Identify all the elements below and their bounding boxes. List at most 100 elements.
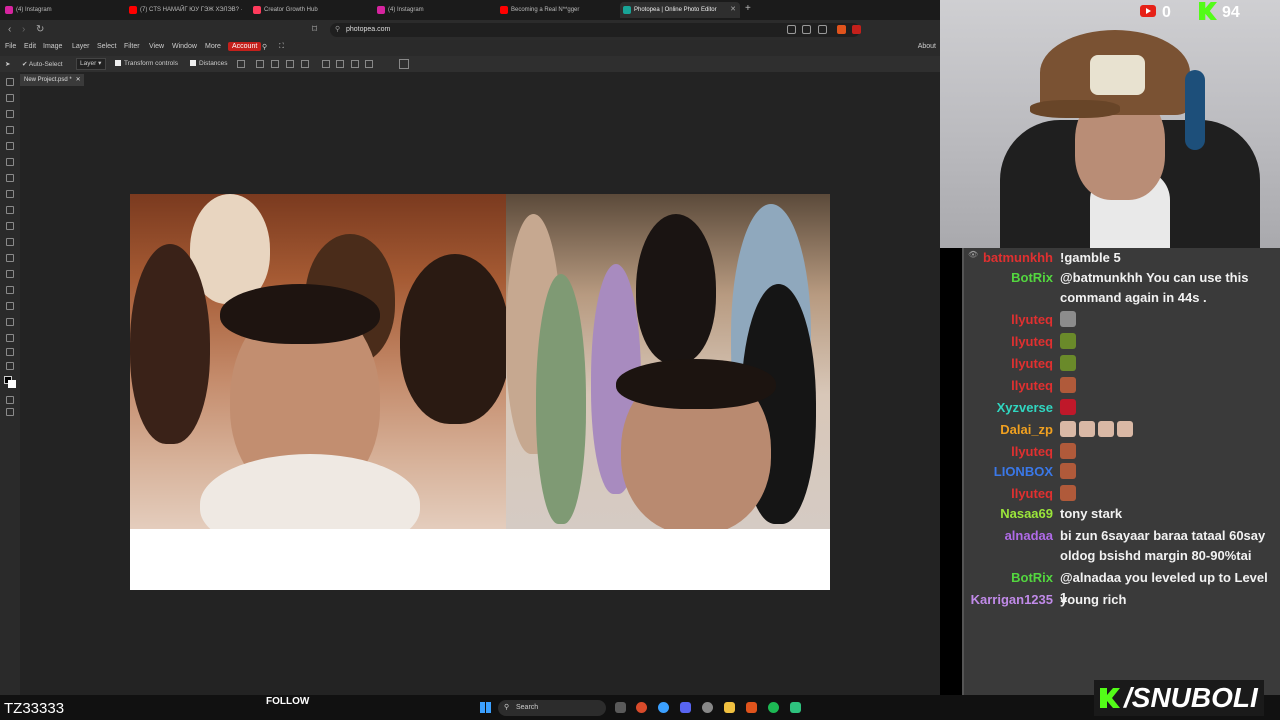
background-color-swatch[interactable] — [8, 380, 16, 388]
fullscreen-icon[interactable]: ⛶ — [279, 43, 284, 51]
document-tab[interactable]: New Project.psd * ✕ — [20, 74, 84, 86]
chat-username[interactable]: llyuteq — [1011, 484, 1053, 504]
forward-icon[interactable]: › — [22, 24, 25, 36]
record-app-icon[interactable] — [636, 702, 647, 713]
align-left-icon[interactable] — [256, 60, 264, 68]
blur-tool-icon[interactable] — [6, 254, 14, 262]
chat-username[interactable]: BotRix — [1011, 568, 1053, 588]
new-tab-icon[interactable]: + — [745, 3, 751, 14]
brave-icon[interactable] — [746, 702, 757, 713]
align-top-icon[interactable] — [322, 60, 330, 68]
menu-layer[interactable]: Layer — [72, 43, 90, 50]
browser-tab[interactable]: (4) Instagram — [374, 2, 494, 18]
browser-tab[interactable]: Becoming a Real N**gger — [497, 2, 617, 18]
share-icon[interactable] — [818, 25, 827, 34]
cast-icon[interactable] — [802, 25, 811, 34]
move-tool-icon[interactable] — [6, 78, 14, 86]
close-document-icon[interactable]: ✕ — [76, 74, 81, 86]
discord-icon[interactable] — [680, 702, 691, 713]
align-right-icon[interactable] — [286, 60, 294, 68]
url-field[interactable]: ⚲ photopea.com — [330, 23, 860, 37]
chat-username[interactable]: Dalai_zp — [1000, 420, 1053, 440]
type-tool-icon[interactable] — [6, 286, 14, 294]
move-tool-icon[interactable]: ➤ — [5, 60, 10, 68]
chat-username[interactable]: llyuteq — [1011, 376, 1053, 396]
menu-select[interactable]: Select — [97, 43, 116, 50]
bookmark-icon[interactable]: ⌑ — [312, 24, 317, 36]
brave-shield-icon[interactable] — [837, 25, 846, 34]
align-middle-icon[interactable] — [336, 60, 344, 68]
chat-username[interactable]: alnadaa — [1005, 526, 1053, 546]
browser-tab[interactable]: (4) Instagram — [2, 2, 122, 18]
eyedropper-tool-icon[interactable] — [6, 158, 14, 166]
menu-account[interactable]: Account — [228, 42, 262, 51]
back-icon[interactable]: ‹ — [8, 24, 11, 36]
chat-username[interactable]: batmunkhh — [983, 248, 1053, 268]
download-icon[interactable] — [237, 60, 245, 68]
chat-username[interactable]: llyuteq — [1011, 310, 1053, 330]
document-canvas[interactable] — [130, 194, 830, 590]
reload-icon[interactable]: ↻ — [36, 24, 44, 36]
chat-username[interactable]: Nasaa69 — [1000, 504, 1053, 524]
fill-tool-icon[interactable] — [6, 238, 14, 246]
distribute-icon[interactable] — [301, 60, 309, 68]
distribute-vertical-icon[interactable] — [365, 60, 373, 68]
menu-about[interactable]: About — [918, 43, 936, 50]
browser-tab[interactable]: (7) CTS НАМАЙГ ЮУ ГЭЖ ХЭЛЭВ? · — [126, 2, 246, 18]
menu-more[interactable]: More — [205, 43, 221, 50]
task-view-icon[interactable] — [615, 702, 626, 713]
menu-window[interactable]: Window — [172, 43, 197, 50]
menu-filter[interactable]: Filter — [124, 43, 140, 50]
browser-tab[interactable]: Creator Growth Hub — [250, 2, 370, 18]
chat-username[interactable]: llyuteq — [1011, 442, 1053, 462]
spotify-icon[interactable] — [768, 702, 779, 713]
brush-tool-icon[interactable] — [6, 190, 14, 198]
chat-username[interactable]: LIONBOX — [994, 462, 1053, 482]
search-icon[interactable]: ⚲ — [262, 43, 267, 51]
chat-username[interactable]: Karrigan1235 — [971, 590, 1053, 610]
app-icon[interactable] — [790, 702, 801, 713]
transform-controls-checkbox[interactable]: Transform controls — [115, 60, 178, 67]
photo-right[interactable] — [506, 194, 830, 529]
align-bottom-icon[interactable] — [351, 60, 359, 68]
taskbar-search[interactable]: ⚲ Search — [498, 700, 606, 716]
chrome-icon[interactable] — [658, 702, 669, 713]
file-explorer-icon[interactable] — [724, 702, 735, 713]
lasso-tool-icon[interactable] — [6, 110, 14, 118]
extension-icon[interactable] — [787, 25, 796, 34]
menu-view[interactable]: View — [149, 43, 164, 50]
auto-select-checkbox[interactable]: ✔ Auto-Select — [22, 60, 63, 68]
grid-icon[interactable] — [399, 59, 409, 69]
windows-start-icon[interactable] — [480, 702, 491, 713]
chat-username[interactable]: llyuteq — [1011, 332, 1053, 352]
screen-mode-icon[interactable] — [6, 408, 14, 416]
close-tab-icon[interactable]: ✕ — [730, 2, 736, 18]
chat-username[interactable]: llyuteq — [1011, 354, 1053, 374]
hand-tool-icon[interactable] — [6, 348, 14, 356]
magic-wand-tool-icon[interactable] — [6, 126, 14, 134]
menu-edit[interactable]: Edit — [24, 43, 36, 50]
site-info-icon[interactable]: ⚲ — [335, 23, 340, 37]
clone-stamp-tool-icon[interactable] — [6, 206, 14, 214]
settings-icon[interactable] — [702, 702, 713, 713]
menu-file[interactable]: File — [5, 43, 16, 50]
path-select-tool-icon[interactable] — [6, 302, 14, 310]
chat-username[interactable]: BotRix — [1011, 268, 1053, 288]
zoom-tool-icon[interactable] — [6, 362, 14, 370]
crop-tool-icon[interactable] — [6, 142, 14, 150]
dodge-tool-icon[interactable] — [6, 270, 14, 278]
layer-select-dropdown[interactable]: Layer ▾ — [76, 58, 106, 70]
photo-left[interactable] — [130, 194, 506, 529]
browser-tab-active[interactable]: Photopea | Online Photo Editor ✕ — [620, 2, 740, 18]
eraser-tool-icon[interactable] — [6, 222, 14, 230]
pen-tool-icon[interactable] — [6, 318, 14, 326]
marquee-tool-icon[interactable] — [6, 94, 14, 102]
menu-image[interactable]: Image — [43, 43, 62, 50]
shape-tool-icon[interactable] — [6, 334, 14, 342]
healing-tool-icon[interactable] — [6, 174, 14, 182]
chat-username[interactable]: Xyzverse — [997, 398, 1053, 418]
quick-mask-icon[interactable] — [6, 396, 14, 404]
brave-rewards-icon[interactable] — [852, 25, 861, 34]
distances-checkbox[interactable]: Distances — [190, 60, 228, 67]
align-center-icon[interactable] — [271, 60, 279, 68]
